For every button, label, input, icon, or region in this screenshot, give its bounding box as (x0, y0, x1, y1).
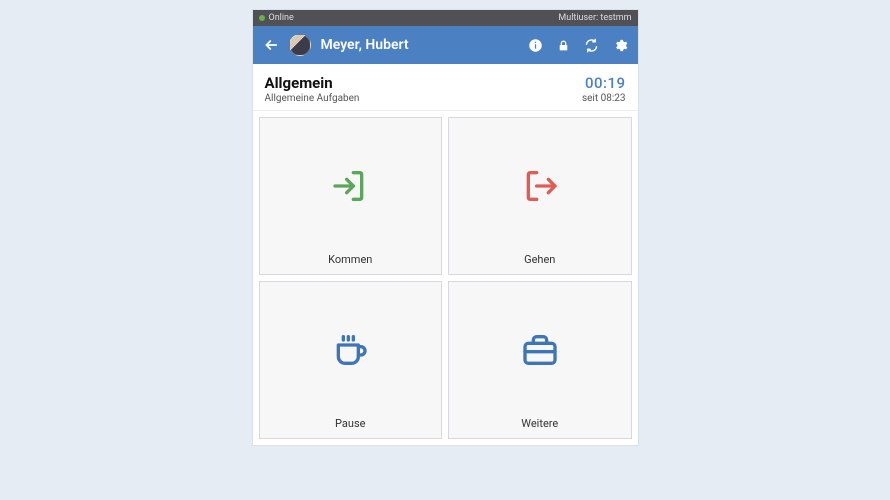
tile-pause[interactable]: Pause (259, 281, 443, 439)
status-online: Online (259, 13, 294, 23)
coffee-icon (330, 330, 370, 370)
arrow-left-icon (263, 37, 279, 53)
tile-grid: Kommen Gehen P (253, 111, 638, 445)
tile-label: Gehen (524, 253, 555, 274)
sync-icon (584, 38, 599, 53)
online-dot-icon (259, 15, 265, 21)
tile-gehen[interactable]: Gehen (448, 117, 632, 275)
multiuser-label: Multiuser: testmm (558, 13, 631, 23)
gear-icon (613, 38, 628, 53)
briefcase-icon (520, 330, 560, 370)
info-button[interactable] (528, 38, 543, 53)
section-title: Allgemein (265, 74, 360, 92)
tile-label: Kommen (328, 253, 372, 274)
sync-button[interactable] (584, 38, 599, 53)
status-bar: Online Multiuser: testmm (253, 10, 638, 26)
section-subtitle: Allgemeine Aufgaben (265, 93, 360, 104)
app-frame: Online Multiuser: testmm Meyer, Hubert (253, 10, 638, 445)
tile-label: Weitere (521, 417, 558, 438)
info-icon (528, 38, 543, 53)
since-label: seit 08:23 (582, 93, 626, 104)
avatar (289, 34, 311, 56)
logout-icon (520, 166, 560, 206)
info-left: Allgemein Allgemeine Aufgaben (265, 74, 360, 104)
header-bar: Meyer, Hubert (253, 26, 638, 64)
tile-label: Pause (335, 417, 365, 438)
tile-kommen[interactable]: Kommen (259, 117, 443, 275)
login-icon (330, 166, 370, 206)
timer: 00:19 (582, 74, 626, 92)
online-label: Online (269, 13, 294, 23)
info-right: 00:19 seit 08:23 (582, 74, 626, 104)
back-button[interactable] (263, 37, 279, 53)
header-actions (528, 38, 628, 53)
lock-icon (557, 38, 570, 53)
lock-button[interactable] (557, 38, 570, 53)
settings-button[interactable] (613, 38, 628, 53)
tile-weitere[interactable]: Weitere (448, 281, 632, 439)
info-row: Allgemein Allgemeine Aufgaben 00:19 seit… (253, 64, 638, 111)
header-user-name: Meyer, Hubert (321, 37, 518, 53)
